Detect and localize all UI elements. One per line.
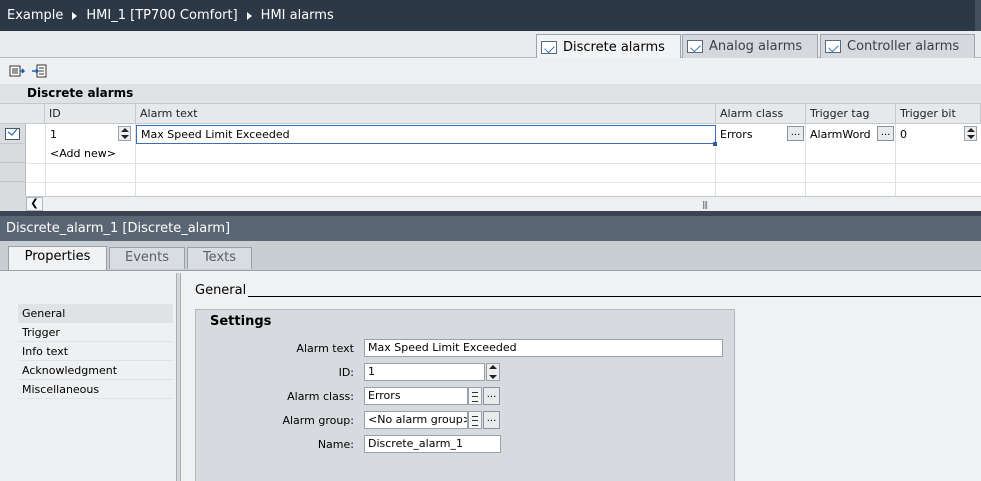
column-header-trigger-tag[interactable]: Trigger tag: [806, 104, 896, 124]
alarm-group-label: Alarm group:: [282, 414, 354, 427]
tab-controller-alarms-label: Controller alarms: [847, 39, 960, 54]
title-bar-edge: [975, 0, 981, 31]
navigation-divider[interactable]: [176, 273, 181, 481]
row-header-1[interactable]: [0, 124, 26, 144]
alarm-icon: [687, 40, 703, 53]
column-header-id[interactable]: ID: [45, 104, 136, 124]
scrollbar-corner: [0, 196, 26, 211]
alarm-text-label: Alarm text: [296, 342, 354, 355]
breadcrumb-device[interactable]: HMI_1 [TP700 Comfort]: [86, 8, 237, 23]
cell-trigger-bit[interactable]: 0: [896, 125, 956, 144]
breadcrumb-page[interactable]: HMI alarms: [261, 8, 334, 23]
grid-line: [26, 182, 981, 183]
breadcrumb-separator-icon: [72, 11, 78, 20]
alarm-group-list-icon[interactable]: [468, 411, 482, 429]
section-title: General: [195, 283, 247, 298]
cell-id[interactable]: 1: [46, 125, 116, 144]
alarm-icon: [541, 40, 557, 54]
nav-item-trigger[interactable]: Trigger: [18, 323, 173, 342]
tab-properties[interactable]: Properties: [8, 246, 107, 272]
cell-trigger-tag[interactable]: AlarmWord: [806, 125, 876, 144]
settings-group: Settings Alarm text Max Speed Limit Exce…: [195, 309, 735, 481]
tab-controller-alarms[interactable]: Controller alarms: [820, 34, 975, 58]
alarm-class-list-icon[interactable]: [468, 387, 482, 405]
breadcrumb-separator-icon: [246, 11, 252, 20]
alarm-group-browse-button[interactable]: ...: [483, 411, 500, 429]
id-stepper[interactable]: [118, 126, 131, 141]
alarm-group-field[interactable]: <No alarm group>: [364, 411, 468, 429]
alarm-class-field[interactable]: Errors: [364, 387, 468, 405]
section-rule: [248, 296, 981, 297]
grid-horizontal-scrollbar[interactable]: ❮ |||: [26, 196, 981, 211]
breadcrumb-project[interactable]: Example: [7, 8, 63, 23]
scroll-grip-icon[interactable]: |||: [702, 200, 708, 209]
column-header-trigger-bit[interactable]: Trigger bit: [896, 104, 981, 124]
alarm-icon: [825, 40, 841, 53]
inspector-title: Discrete_alarm_1 [Discrete_alarm]: [0, 216, 981, 241]
tab-analog-alarms[interactable]: Analog alarms: [682, 34, 818, 58]
row-header-empty: [0, 182, 26, 197]
discrete-alarm-icon: [5, 128, 20, 140]
tab-events[interactable]: Events: [109, 247, 185, 269]
alarm-class-label: Alarm class:: [287, 390, 354, 403]
settings-heading: Settings: [210, 314, 272, 329]
tab-analog-alarms-label: Analog alarms: [709, 39, 803, 54]
alarm-text-field[interactable]: Max Speed Limit Exceeded: [364, 339, 723, 357]
id-label: ID:: [338, 366, 354, 379]
grid-corner: [0, 104, 45, 124]
nav-item-info-text[interactable]: Info text: [18, 342, 173, 361]
trigger-tag-browse-button[interactable]: ...: [877, 126, 894, 141]
cell-alarm-text[interactable]: Max Speed Limit Exceeded: [136, 125, 716, 144]
nav-item-acknowledgment[interactable]: Acknowledgment: [18, 361, 173, 380]
inspector-body: General Trigger Info text Acknowledgment…: [0, 270, 981, 481]
name-field[interactable]: Discrete_alarm_1: [364, 435, 501, 453]
editor-toolbar: [0, 58, 981, 84]
alarm-grid: ID Alarm text Alarm class Trigger tag Tr…: [0, 103, 981, 197]
append-row-icon[interactable]: [32, 63, 48, 79]
grid-line: [26, 163, 981, 164]
insert-row-icon[interactable]: [9, 63, 25, 79]
id-field-stepper[interactable]: [486, 363, 500, 381]
row-header-empty: [0, 163, 26, 182]
grid-title: Discrete alarms: [0, 84, 981, 103]
breadcrumb: Example HMI_1 [TP700 Comfort] HMI alarms: [0, 0, 981, 31]
alarm-class-field-browse-button[interactable]: ...: [483, 387, 500, 405]
name-label: Name:: [317, 438, 354, 451]
nav-item-general[interactable]: General: [18, 304, 173, 323]
add-new-row[interactable]: <Add new>: [46, 144, 134, 163]
inspector-tab-strip: Properties Events Texts: [0, 241, 981, 272]
tab-discrete-alarms[interactable]: Discrete alarms: [536, 34, 681, 59]
tab-texts[interactable]: Texts: [187, 247, 252, 269]
property-navigation: General Trigger Info text Acknowledgment…: [0, 272, 178, 481]
scroll-left-icon[interactable]: ❮: [26, 197, 43, 211]
column-header-alarm-text[interactable]: Alarm text: [136, 104, 716, 124]
alarm-tab-strip: Discrete alarms Analog alarms Controller…: [0, 31, 981, 59]
id-field[interactable]: 1: [364, 363, 485, 381]
trigger-bit-stepper[interactable]: [964, 126, 977, 141]
row-header-add-new[interactable]: [0, 144, 26, 163]
tab-discrete-alarms-label: Discrete alarms: [563, 39, 665, 55]
alarm-class-browse-button[interactable]: ...: [787, 126, 804, 141]
cell-alarm-class[interactable]: Errors: [716, 125, 786, 144]
column-header-alarm-class[interactable]: Alarm class: [716, 104, 806, 124]
nav-item-miscellaneous[interactable]: Miscellaneous: [18, 380, 173, 399]
